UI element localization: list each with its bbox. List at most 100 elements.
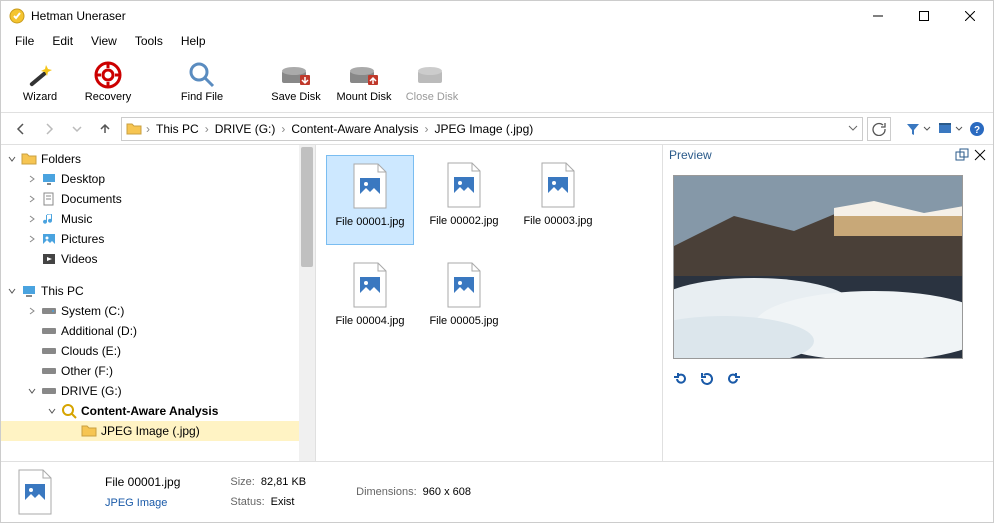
expand-icon[interactable] [25, 172, 39, 186]
preview-popout-button[interactable] [955, 148, 969, 162]
file-item[interactable]: File 00003.jpg [514, 155, 602, 245]
jpeg-file-icon [538, 161, 578, 209]
preview-close-button[interactable] [973, 148, 987, 162]
tree-scrollbar[interactable] [299, 145, 315, 461]
chevron-right-icon: › [425, 122, 429, 136]
disk-mount-icon [348, 61, 380, 89]
maximize-button[interactable] [901, 1, 947, 31]
disk-save-icon [280, 61, 312, 89]
jpeg-file-icon [350, 261, 390, 309]
expand-icon[interactable] [25, 232, 39, 246]
app-icon [9, 8, 25, 24]
tree-item-desktop[interactable]: Desktop [1, 169, 315, 189]
drive-icon [41, 343, 57, 359]
filter-button[interactable] [905, 121, 931, 137]
view-options-button[interactable] [937, 121, 963, 137]
tree-item-system-c[interactable]: System (C:) [1, 301, 315, 321]
collapse-icon[interactable] [25, 384, 39, 398]
breadcrumb-caa[interactable]: Content-Aware Analysis [287, 122, 422, 136]
status-size-value: 82,81 KB [261, 476, 306, 488]
tree-item-content-aware-analysis[interactable]: Content-Aware Analysis [1, 401, 315, 421]
mount-disk-label: Mount Disk [336, 91, 391, 103]
jpeg-file-icon [350, 162, 390, 210]
refresh-button[interactable] [867, 117, 891, 141]
tree-root-thispc[interactable]: This PC [1, 281, 315, 301]
file-item[interactable]: File 00002.jpg [420, 155, 508, 245]
breadcrumb-jpeg[interactable]: JPEG Image (.jpg) [431, 122, 538, 136]
status-status-value: Exist [271, 496, 295, 508]
tree-item-documents[interactable]: Documents [1, 189, 315, 209]
file-name: File 00002.jpg [429, 215, 498, 227]
collapse-icon[interactable] [5, 152, 19, 166]
nav-up-button[interactable] [93, 117, 117, 141]
mount-disk-button[interactable]: Mount Disk [333, 54, 395, 110]
file-name: File 00001.jpg [335, 216, 404, 228]
help-button[interactable]: ? [969, 121, 985, 137]
file-item[interactable]: File 00001.jpg [326, 155, 414, 245]
find-file-button[interactable]: Find File [171, 54, 233, 110]
file-item[interactable]: File 00004.jpg [326, 255, 414, 345]
tree-item-music[interactable]: Music [1, 209, 315, 229]
recovery-button[interactable]: Recovery [77, 54, 139, 110]
tree-item-other-f[interactable]: Other (F:) [1, 361, 315, 381]
minimize-button[interactable] [855, 1, 901, 31]
status-dimensions-label: Dimensions: [356, 486, 417, 498]
nav-history-dropdown[interactable] [65, 117, 89, 141]
expand-icon[interactable] [25, 304, 39, 318]
folder-icon [21, 151, 37, 167]
tree-item-videos[interactable]: Videos [1, 249, 315, 269]
save-disk-button[interactable]: Save Disk [265, 54, 327, 110]
navigation-bar: › This PC › DRIVE (G:) › Content-Aware A… [1, 113, 993, 145]
chevron-right-icon: › [146, 122, 150, 136]
status-type: JPEG Image [105, 497, 180, 509]
chevron-right-icon: › [205, 122, 209, 136]
menu-file[interactable]: File [7, 32, 42, 50]
address-bar[interactable]: › This PC › DRIVE (G:) › Content-Aware A… [121, 117, 863, 141]
wand-icon [24, 61, 56, 89]
chevron-right-icon: › [281, 122, 285, 136]
desktop-icon [41, 171, 57, 187]
rotate-right-button[interactable] [725, 371, 741, 387]
music-icon [41, 211, 57, 227]
videos-icon [41, 251, 57, 267]
expand-icon[interactable] [25, 212, 39, 226]
close-button[interactable] [947, 1, 993, 31]
file-grid: File 00001.jpg File 00002.jpg File 00003… [316, 145, 663, 461]
window-title: Hetman Uneraser [31, 9, 855, 23]
save-disk-label: Save Disk [271, 91, 321, 103]
menu-view[interactable]: View [83, 32, 125, 50]
preview-image [673, 175, 963, 359]
menu-edit[interactable]: Edit [44, 32, 81, 50]
wizard-label: Wizard [23, 91, 57, 103]
wizard-button[interactable]: Wizard [9, 54, 71, 110]
file-item[interactable]: File 00005.jpg [420, 255, 508, 345]
collapse-icon[interactable] [5, 284, 19, 298]
menu-help[interactable]: Help [173, 32, 214, 50]
recovery-label: Recovery [85, 91, 131, 103]
tree-item-clouds-e[interactable]: Clouds (E:) [1, 341, 315, 361]
file-name: File 00004.jpg [335, 315, 404, 327]
breadcrumb-thispc[interactable]: This PC [152, 122, 203, 136]
tree-item-jpeg-image[interactable]: JPEG Image (.jpg) [1, 421, 315, 441]
drive-icon [41, 363, 57, 379]
svg-text:?: ? [974, 125, 980, 136]
rotate-left-button[interactable] [673, 371, 689, 387]
rotate-reset-button[interactable] [699, 371, 715, 387]
tree-item-drive-g[interactable]: DRIVE (G:) [1, 381, 315, 401]
tree-item-pictures[interactable]: Pictures [1, 229, 315, 249]
menu-tools[interactable]: Tools [127, 32, 171, 50]
tree-item-additional-d[interactable]: Additional (D:) [1, 321, 315, 341]
drive-icon [41, 383, 57, 399]
address-dropdown[interactable] [848, 122, 858, 136]
breadcrumb-drive[interactable]: DRIVE (G:) [211, 122, 280, 136]
tree-root-folders[interactable]: Folders [1, 149, 315, 169]
jpeg-file-icon [444, 261, 484, 309]
expand-icon[interactable] [25, 192, 39, 206]
find-file-label: Find File [181, 91, 223, 103]
collapse-icon[interactable] [45, 404, 59, 418]
folder-icon [81, 423, 97, 439]
nav-back-button[interactable] [9, 117, 33, 141]
nav-forward-button [37, 117, 61, 141]
disk-close-icon [416, 61, 448, 89]
close-disk-label: Close Disk [406, 91, 459, 103]
